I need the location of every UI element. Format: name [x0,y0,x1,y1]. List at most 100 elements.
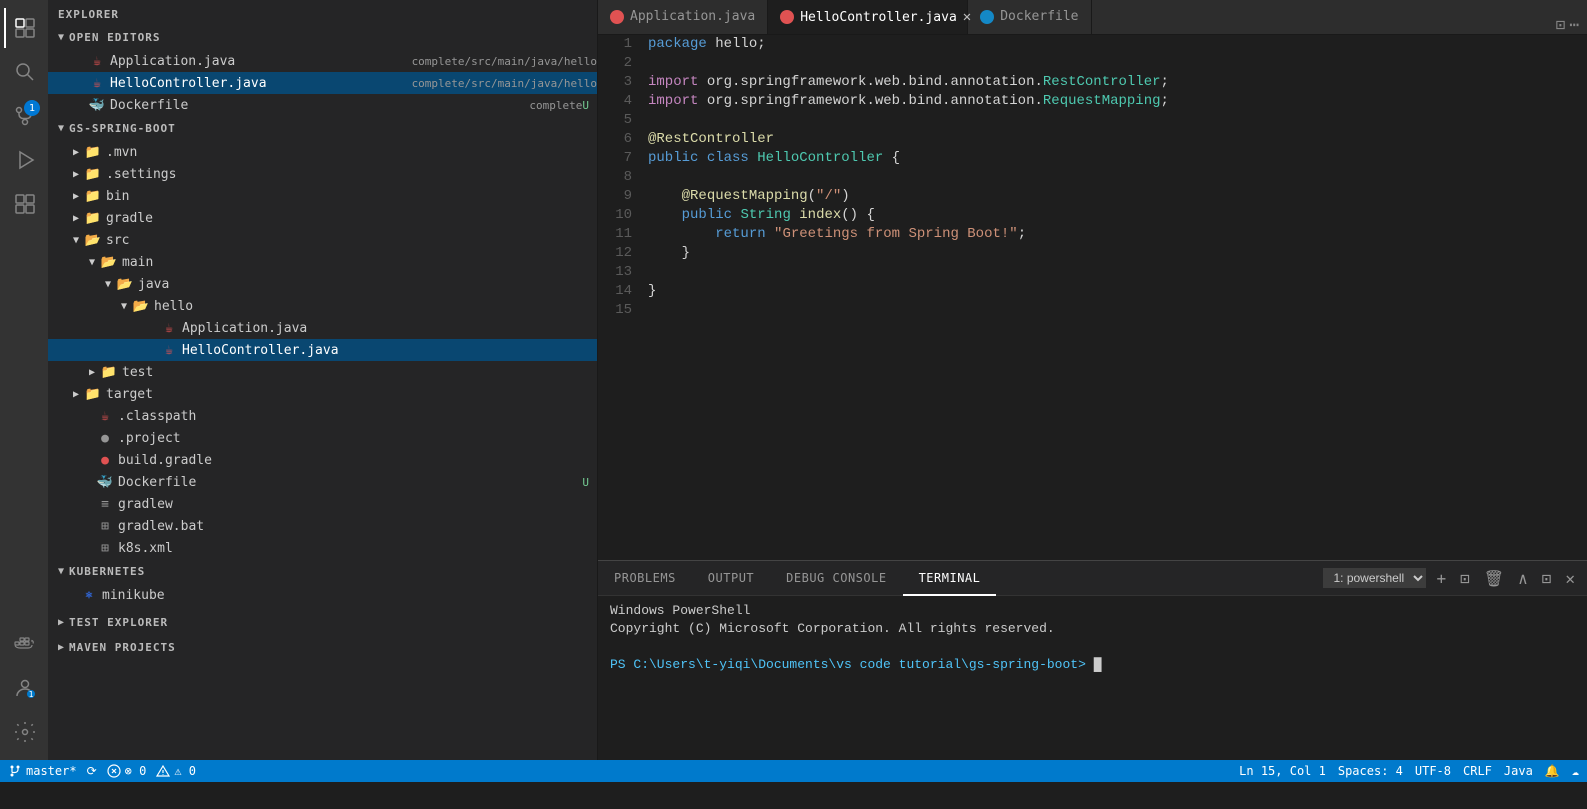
folder-main[interactable]: ▼ 📂 main [48,251,597,273]
split-editor-icon[interactable]: ⊡ [1556,15,1566,34]
open-editor-application-java[interactable]: ☕ Application.java complete/src/main/jav… [48,50,597,72]
open-editor-dockerfile[interactable]: 🐳 Dockerfile complete U [48,94,597,116]
file-build-gradle[interactable]: ● build.gradle [48,449,597,471]
activity-settings[interactable] [4,712,44,752]
terminal-select[interactable]: 1: powershell 2: bash [1323,568,1426,588]
code-line-14: 14 } [598,282,1587,301]
editor-area: Application.java HelloController.java ✕ … [598,0,1587,760]
tab-bar: Application.java HelloController.java ✕ … [598,0,1587,35]
java-tab-icon [610,10,624,24]
folder-test[interactable]: ▶ 📁 test [48,361,597,383]
terminal-content[interactable]: Windows PowerShell Copyright (C) Microso… [598,596,1587,760]
encoding[interactable]: UTF-8 [1415,764,1451,778]
file-application-java[interactable]: ☕ Application.java [48,317,597,339]
open-editors-label: OPEN EDITORS [69,31,160,44]
java-file-icon: ☕ [160,321,178,336]
tab-hellocontroller-java[interactable]: HelloController.java ✕ [768,0,968,34]
notification-bell[interactable]: 🔔 [1545,764,1560,778]
file-gradlew[interactable]: ≡ gradlew [48,493,597,515]
folder-open-icon: 📂 [100,255,118,270]
code-line-6: 6 @RestController [598,130,1587,149]
docker-file-icon: 🐳 [96,475,114,490]
panel: PROBLEMS OUTPUT DEBUG CONSOLE TERMINAL 1… [598,560,1587,760]
activity-search[interactable] [4,52,44,92]
language-mode[interactable]: Java [1504,764,1533,778]
warnings-count[interactable]: ⚠ 0 [156,764,196,778]
file-dockerfile[interactable]: 🐳 Dockerfile U [48,471,597,493]
docker-tab-icon [980,10,994,24]
code-editor[interactable]: 1 package hello; 2 3 import org.springfr… [598,35,1587,560]
activity-explorer[interactable] [4,8,44,48]
folder-bin[interactable]: ▶ 📁 bin [48,185,597,207]
line-ending[interactable]: CRLF [1463,764,1492,778]
folder-mvn[interactable]: ▶ 📁 .mvn [48,141,597,163]
java-file-icon: ☕ [160,343,178,358]
folder-icon: 📁 [84,387,102,402]
bat-icon: ⊞ [96,519,114,534]
cursor-position[interactable]: Ln 15, Col 1 [1239,764,1326,778]
java-tab-icon [780,10,794,24]
close-panel-icon[interactable]: ✕ [1561,567,1579,590]
file-k8s-xml[interactable]: ⊞ k8s.xml [48,537,597,559]
panel-icons: + ⊡ 🗑 ∧ ⊡ ✕ [1432,567,1579,590]
gs-spring-boot-label: GS-SPRING-BOOT [69,122,176,135]
split-terminal-icon[interactable]: ⊡ [1456,567,1474,590]
tab-application-java[interactable]: Application.java [598,0,768,34]
minikube-item[interactable]: ⎈ minikube [48,584,597,606]
file-hellocontroller-java[interactable]: ☕ HelloController.java [48,339,597,361]
dot-icon: ● [96,431,114,446]
file-classpath[interactable]: ☕ .classpath [48,405,597,427]
git-branch[interactable]: master* [8,764,77,778]
terminal-line-1: Windows PowerShell [610,602,1575,620]
file-gradlew-bat[interactable]: ⊞ gradlew.bat [48,515,597,537]
gs-spring-boot-header[interactable]: ▼ GS-SPRING-BOOT [48,116,597,141]
add-terminal-icon[interactable]: + [1432,567,1450,590]
java-icon: ☕ [88,76,106,91]
folder-target[interactable]: ▶ 📁 target [48,383,597,405]
panel-tab-problems[interactable]: PROBLEMS [598,561,692,596]
folder-icon: 📁 [84,145,102,160]
folder-hello[interactable]: ▼ 📂 hello [48,295,597,317]
indentation[interactable]: Spaces: 4 [1338,764,1403,778]
panel-tab-output[interactable]: OUTPUT [692,561,770,596]
errors-count[interactable]: ⊗ 0 [107,764,147,778]
tab-dockerfile[interactable]: Dockerfile [968,0,1091,34]
bottom-sidebar-sections: ▶ TEST EXPLORER ▶ MAVEN PROJECTS [48,610,597,660]
more-actions-icon[interactable]: ⋯ [1569,15,1579,34]
gs-spring-boot-arrow: ▼ [58,123,65,134]
activity-extensions[interactable] [4,184,44,224]
activity-run[interactable] [4,140,44,180]
delete-terminal-icon[interactable]: 🗑 [1480,567,1508,590]
test-explorer-header[interactable]: ▶ TEST EXPLORER [48,610,597,635]
activity-accounts[interactable]: 1 [4,668,44,708]
code-line-15: 15 [598,301,1587,320]
terminal-line-4: PS C:\Users\t-yiqi\Documents\vs code tut… [610,656,1575,674]
open-editors-header[interactable]: ▼ OPEN EDITORS [48,25,597,50]
explorer-title: EXPLORER [48,0,597,25]
file-project[interactable]: ● .project [48,427,597,449]
gradle-icon: ● [96,453,114,468]
activity-source-control[interactable]: 1 [4,96,44,136]
folder-src[interactable]: ▼ 📂 src [48,229,597,251]
code-line-3: 3 import org.springframework.web.bind.an… [598,73,1587,92]
folder-settings[interactable]: ▶ 📁 .settings [48,163,597,185]
code-line-4: 4 import org.springframework.web.bind.an… [598,92,1587,111]
xml-icon: ⊞ [96,541,114,556]
folder-open-icon: 📂 [84,233,102,248]
open-editor-hellocontroller-java[interactable]: ☕ HelloController.java complete/src/main… [48,72,597,94]
panel-tab-debug-console[interactable]: DEBUG CONSOLE [770,561,902,596]
maximize-panel-icon[interactable]: ∧ [1514,567,1532,590]
code-line-12: 12 } [598,244,1587,263]
panel-tab-terminal[interactable]: TERMINAL [903,561,997,596]
remote-icon[interactable]: ☁ [1572,764,1579,778]
folder-java[interactable]: ▼ 📂 java [48,273,597,295]
sync-icon[interactable]: ⟳ [87,764,97,778]
minimize-panel-icon[interactable]: ⊡ [1538,567,1556,590]
maven-projects-header[interactable]: ▶ MAVEN PROJECTS [48,635,597,660]
terminal-line-3 [610,638,1575,656]
kubernetes-header[interactable]: ▼ KUBERNETES [48,559,597,584]
activity-docker[interactable] [4,624,44,664]
folder-gradle[interactable]: ▶ 📁 gradle [48,207,597,229]
kubernetes-label: KUBERNETES [69,565,145,578]
tab-close-button[interactable]: ✕ [963,9,971,25]
